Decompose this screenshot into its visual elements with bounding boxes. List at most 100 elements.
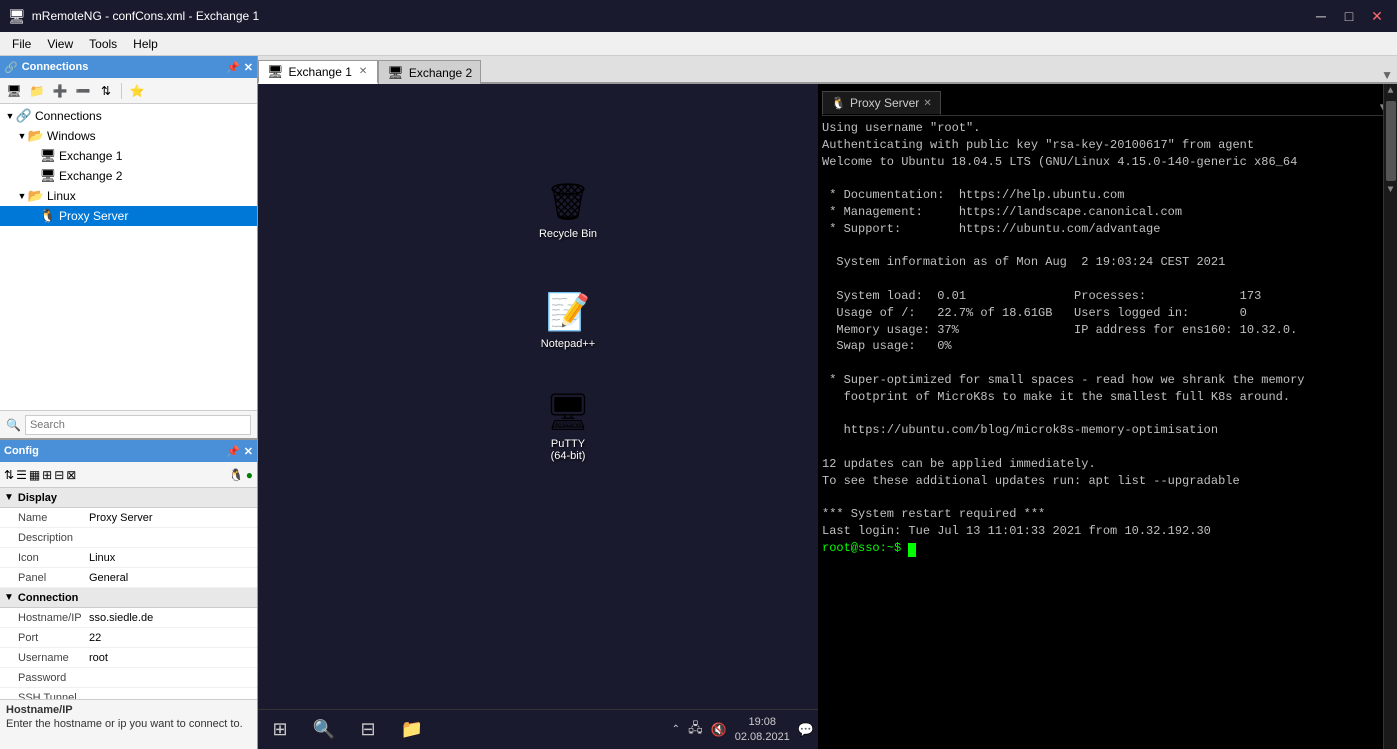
ssh-tab-close[interactable]: ✕ — [923, 98, 931, 109]
tree-item-proxy-server[interactable]: 🐧 Proxy Server — [0, 206, 257, 226]
root-expander[interactable]: ▼ — [4, 111, 16, 121]
config-username-key: Username — [0, 652, 85, 664]
tree-item-exchange1[interactable]: 🖥 Exchange 1 — [0, 146, 257, 166]
connections-panel-title: Connections — [22, 61, 89, 73]
tree-root[interactable]: ▼ 🔗 Connections — [0, 106, 257, 126]
recycle-bin-icon: 🗑 — [544, 178, 592, 226]
config-view1-btn[interactable]: ▦ — [29, 468, 40, 482]
tab-exchange1-label: Exchange 1 — [289, 65, 352, 79]
title-bar: 🖥 mRemoteNG - confCons.xml - Exchange 1 … — [0, 0, 1397, 32]
config-close-icon[interactable]: ✕ — [244, 445, 253, 458]
menu-view[interactable]: View — [39, 33, 81, 55]
tab-exchange2[interactable]: 🖥 Exchange 2 — [378, 60, 481, 84]
tree-item-exchange2[interactable]: 🖥 Exchange 2 — [0, 166, 257, 186]
config-port-row: Port 22 — [0, 628, 257, 648]
config-sort-btn[interactable]: ⇅ — [4, 468, 14, 482]
tab-dropdown-arrow[interactable]: ▼ — [1377, 68, 1397, 82]
config-sshtunnel-row: SSH Tunnel — [0, 688, 257, 699]
remove-button[interactable]: ➖ — [73, 81, 93, 101]
new-folder-button[interactable]: 📁 — [27, 81, 47, 101]
putty-icon: 🖥 — [544, 388, 592, 436]
proxy-server-label: Proxy Server — [59, 209, 128, 223]
taskbar-date: 02.08.2021 — [735, 730, 790, 744]
ssh-scrollbar[interactable]: ▲ ▼ — [1383, 84, 1397, 749]
config-port-val[interactable]: 22 — [85, 632, 257, 644]
config-panel-val[interactable]: General — [85, 572, 257, 584]
linux-icon-btn[interactable]: 🐧 — [229, 468, 244, 482]
pin-icon[interactable]: 📌 — [226, 61, 240, 74]
config-port-key: Port — [0, 632, 85, 644]
windows-expander[interactable]: ▼ — [16, 131, 28, 141]
system-tray-chevron[interactable]: ⌃ — [672, 724, 680, 735]
scroll-thumb[interactable] — [1386, 101, 1396, 181]
config-name-val[interactable]: Proxy Server — [85, 512, 257, 524]
tree-group-linux[interactable]: ▼ 📂 Linux — [0, 186, 257, 206]
config-icon-val[interactable]: Linux — [85, 552, 257, 564]
minimize-button[interactable]: ─ — [1309, 4, 1333, 28]
config-view3-btn[interactable]: ⊟ — [54, 468, 64, 482]
desktop-icon-putty[interactable]: 🖥 PuTTY(64-bit) — [528, 384, 608, 466]
display-section-header[interactable]: ▼ Display — [0, 488, 257, 508]
menu-help[interactable]: Help — [125, 33, 166, 55]
windows-taskbar: ⊞ 🔍 ⊟ 📁 ⌃ 🖧 🔇 19:08 02.08.2021 💬 — [258, 709, 818, 749]
add-button[interactable]: ➕ — [50, 81, 70, 101]
config-content: ▼ Display Name Proxy Server Description … — [0, 488, 257, 699]
windows-group-label: Windows — [47, 129, 96, 143]
exchange2-label: Exchange 2 — [59, 169, 122, 183]
connection-section-label: Connection — [18, 592, 79, 604]
config-categorize-btn[interactable]: ☰ — [16, 468, 27, 482]
menu-tools[interactable]: Tools — [81, 33, 125, 55]
config-hostname-val[interactable]: sso.siedle.de — [85, 612, 257, 624]
new-connection-button[interactable]: 🖥 — [4, 81, 24, 101]
config-pin-icon[interactable]: 📌 — [226, 445, 240, 458]
config-panel-key: Panel — [0, 572, 85, 584]
tab-exchange1-icon: 🖥 — [267, 64, 284, 80]
menu-file[interactable]: File — [4, 33, 39, 55]
ssh-tab-proxy[interactable]: 🐧 Proxy Server ✕ — [822, 91, 941, 115]
file-explorer-button[interactable]: 📁 — [394, 712, 430, 748]
search-input[interactable] — [25, 415, 251, 435]
config-username-val[interactable]: root — [85, 652, 257, 664]
config-description-row: Description — [0, 528, 257, 548]
config-panel-title: Config — [4, 445, 39, 457]
taskbar-right: ⌃ 🖧 🔇 19:08 02.08.2021 💬 — [672, 715, 814, 744]
scroll-down-arrow[interactable]: ▼ — [1385, 183, 1395, 198]
tree-root-label: Connections — [35, 109, 102, 123]
exchange1-icon: 🖥 — [40, 148, 56, 164]
task-view-button[interactable]: ⊟ — [350, 712, 386, 748]
close-panel-icon[interactable]: ✕ — [244, 61, 253, 74]
connection-section-header[interactable]: ▼ Connection — [0, 588, 257, 608]
notepad-label: Notepad++ — [541, 338, 595, 350]
config-icon-key: Icon — [0, 552, 85, 564]
taskbar-clock[interactable]: 19:08 02.08.2021 — [735, 715, 790, 744]
maximize-button[interactable]: □ — [1337, 4, 1361, 28]
start-button[interactable]: ⊞ — [262, 712, 298, 748]
network-icon[interactable]: 🖧 — [688, 719, 703, 741]
notification-icon[interactable]: 💬 — [798, 722, 814, 738]
tab-exchange1-close[interactable]: ✕ — [357, 65, 369, 78]
linux-expander[interactable]: ▼ — [16, 191, 28, 201]
tab-exchange1[interactable]: 🖥 Exchange 1 ✕ — [258, 60, 378, 84]
config-view4-btn[interactable]: ⊠ — [66, 468, 76, 482]
search-button[interactable]: 🔍 — [306, 712, 342, 748]
ssh-tab-bar: 🐧 Proxy Server ✕ ▼ — [822, 88, 1393, 116]
scroll-up-arrow[interactable]: ▲ — [1385, 84, 1395, 99]
sound-icon[interactable]: 🔇 — [711, 722, 727, 738]
desktop-icon-recycle[interactable]: 🗑 Recycle Bin — [528, 174, 608, 244]
ssh-terminal-content[interactable]: Using username "root". Authenticating wi… — [822, 120, 1393, 745]
favorite-button[interactable]: ⭐ — [127, 81, 147, 101]
ssh-pane: 🐧 Proxy Server ✕ ▼ Using username "root"… — [818, 84, 1397, 749]
menu-bar: File View Tools Help — [0, 32, 1397, 56]
search-bar: 🔍 — [0, 410, 257, 438]
close-button[interactable]: ✕ — [1365, 4, 1389, 28]
config-password-row: Password — [0, 668, 257, 688]
tree-group-windows[interactable]: ▼ 📂 Windows — [0, 126, 257, 146]
tab-exchange2-icon: 🖥 — [387, 65, 404, 81]
folder-icon: 📂 — [28, 128, 44, 144]
sort-button[interactable]: ⇅ — [96, 81, 116, 101]
config-toolbar: ⇅ ☰ ▦ ⊞ ⊟ ⊠ 🐧 ● — [0, 462, 257, 488]
desktop-icon-notepad[interactable]: 📝 Notepad++ — [528, 284, 608, 354]
config-view2-btn[interactable]: ⊞ — [42, 468, 52, 482]
config-green-btn[interactable]: ● — [246, 468, 253, 482]
tab-bar: 🖥 Exchange 1 ✕ 🖥 Exchange 2 ▼ — [258, 56, 1397, 84]
